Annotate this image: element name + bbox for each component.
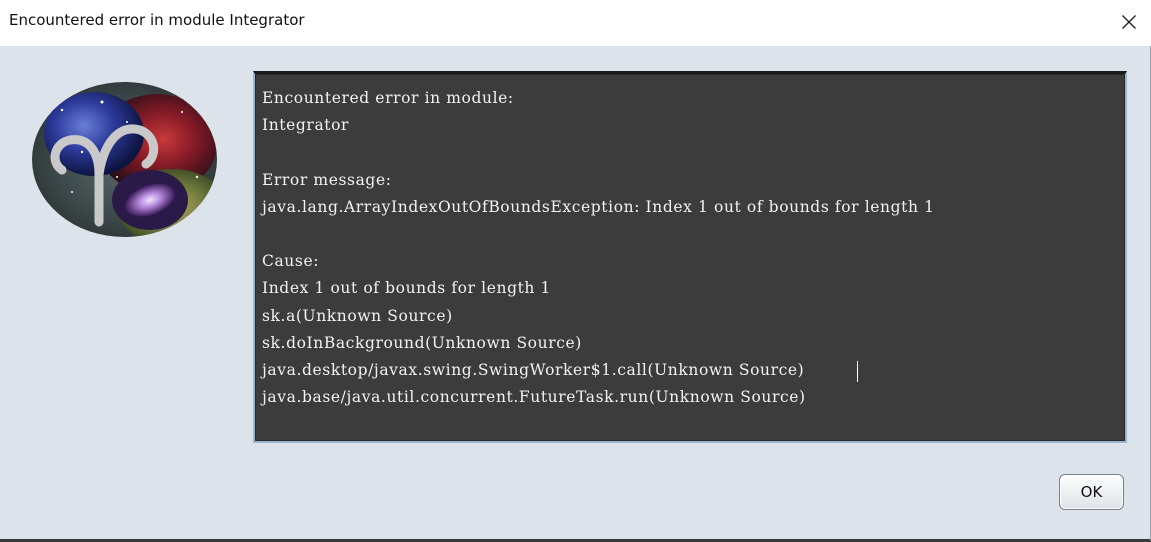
aries-galaxy-logo bbox=[32, 82, 217, 237]
close-icon bbox=[1122, 15, 1136, 29]
ok-button[interactable]: OK bbox=[1059, 474, 1124, 510]
console-line: sk.a(Unknown Source) bbox=[262, 306, 453, 325]
console-line: Index 1 out of bounds for length 1 bbox=[262, 279, 551, 298]
error-details-textarea[interactable]: Encountered error in module: Integrator … bbox=[253, 71, 1127, 443]
console-line: java.desktop/javax.swing.SwingWorker$1.c… bbox=[262, 360, 805, 379]
console-line: Encountered error in module: bbox=[262, 89, 514, 107]
text-caret bbox=[857, 361, 858, 382]
title-bar[interactable]: Encountered error in module Integrator bbox=[0, 0, 1151, 46]
console-line: sk.doInBackground(Unknown Source) bbox=[262, 333, 582, 352]
close-button[interactable] bbox=[1107, 0, 1151, 46]
console-line: Cause: bbox=[262, 252, 320, 271]
console-line: java.base/java.util.concurrent.FutureTas… bbox=[262, 388, 806, 407]
error-details-lines: Encountered error in module: Integrator … bbox=[262, 85, 935, 411]
console-line: Integrator bbox=[262, 116, 350, 135]
error-dialog: Encountered error in module Integrator E… bbox=[0, 0, 1151, 542]
console-line: java.lang.ArrayIndexOutOfBoundsException… bbox=[262, 197, 935, 216]
window-title: Encountered error in module Integrator bbox=[9, 11, 305, 29]
console-line: Error message: bbox=[262, 170, 392, 189]
